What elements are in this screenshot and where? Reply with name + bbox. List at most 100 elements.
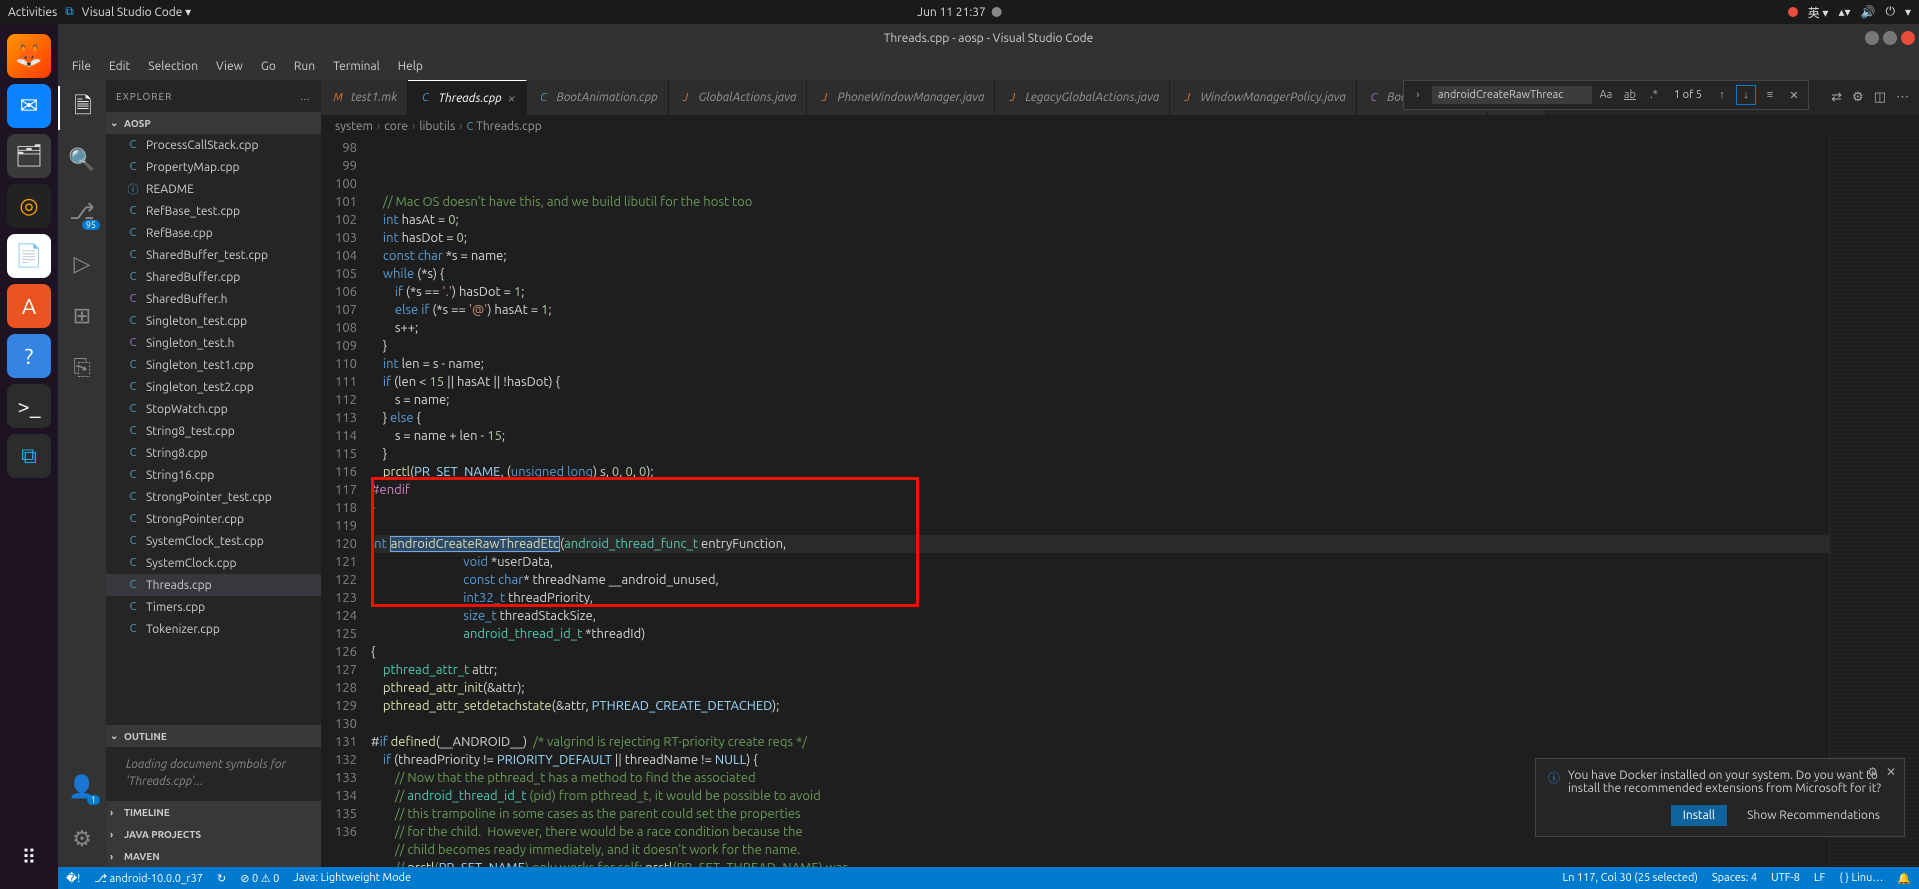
file-item[interactable]: CRefBase.cpp bbox=[106, 222, 321, 244]
libreoffice-icon[interactable]: 📄 bbox=[7, 234, 51, 278]
remote-indicator[interactable]: �! bbox=[66, 872, 80, 885]
toast-gear-icon[interactable]: ⚙ bbox=[1867, 765, 1878, 779]
editor-tab[interactable]: JPhoneWindowManager.java bbox=[807, 80, 995, 115]
file-item[interactable]: CStopWatch.cpp bbox=[106, 398, 321, 420]
menu-selection[interactable]: Selection bbox=[140, 56, 206, 77]
breadcrumb-item[interactable]: libutils bbox=[419, 120, 455, 133]
window-maximize[interactable] bbox=[1883, 31, 1897, 45]
editor-tab[interactable]: JGlobalActions.java bbox=[669, 80, 808, 115]
feedback-icon[interactable]: 🔔 bbox=[1897, 872, 1911, 885]
file-item[interactable]: CPropertyMap.cpp bbox=[106, 156, 321, 178]
clock[interactable]: Jun 11 21:37 bbox=[917, 6, 1002, 19]
thunderbird-icon[interactable]: ✉ bbox=[7, 84, 51, 128]
run-icon[interactable]: ⚙ bbox=[1852, 90, 1864, 105]
file-item[interactable]: CProcessCallStack.cpp bbox=[106, 134, 321, 156]
menu-terminal[interactable]: Terminal bbox=[325, 56, 388, 77]
file-item[interactable]: CSharedBuffer_test.cpp bbox=[106, 244, 321, 266]
file-item[interactable]: ⓘREADME bbox=[106, 178, 321, 200]
window-minimize[interactable] bbox=[1865, 31, 1879, 45]
help-icon[interactable]: ? bbox=[7, 334, 51, 378]
folder-header[interactable]: ⌄AOSP bbox=[106, 112, 321, 134]
java-projects-header[interactable]: ›JAVA PROJECTS bbox=[106, 823, 321, 845]
software-icon[interactable]: A bbox=[7, 284, 51, 328]
find-regex[interactable]: .* bbox=[1644, 85, 1664, 105]
editor-tab[interactable]: JLegacyGlobalActions.java bbox=[995, 80, 1170, 115]
explorer-activity[interactable]: 🗎 bbox=[58, 86, 106, 130]
file-item[interactable]: CSystemClock.cpp bbox=[106, 552, 321, 574]
split-icon[interactable]: ◫ bbox=[1874, 90, 1886, 105]
problems-status[interactable]: ⊘ 0 ⚠ 0 bbox=[240, 872, 279, 885]
git-branch[interactable]: ⎇ android-10.0.0_r37 bbox=[94, 872, 203, 885]
file-item[interactable]: CTimers.cpp bbox=[106, 596, 321, 618]
find-toggle-replace[interactable]: › bbox=[1408, 85, 1428, 105]
file-item[interactable]: CSingleton_test1.cpp bbox=[106, 354, 321, 376]
input-lang[interactable]: 英 ▾ bbox=[1808, 4, 1829, 21]
eol-status[interactable]: LF bbox=[1814, 872, 1825, 885]
scm-activity[interactable]: ⎇95 bbox=[58, 190, 106, 234]
menu-run[interactable]: Run bbox=[286, 56, 323, 77]
vscode-dock-icon[interactable]: ⧉ bbox=[7, 434, 51, 478]
power-icon[interactable]: ⏻ bbox=[1885, 5, 1895, 19]
file-item[interactable]: CTokenizer.cpp bbox=[106, 618, 321, 640]
tab-close-icon[interactable]: × bbox=[508, 90, 516, 106]
files-icon[interactable]: 🗂 bbox=[7, 134, 51, 178]
remote-activity[interactable]: ⎘ bbox=[58, 346, 106, 390]
activities-button[interactable]: Activities bbox=[8, 6, 57, 19]
more-icon[interactable]: ⋯ bbox=[1896, 90, 1909, 105]
file-item[interactable]: CStrongPointer_test.cpp bbox=[106, 486, 321, 508]
system-menu-chevron[interactable]: ▾ bbox=[1905, 5, 1911, 19]
menu-go[interactable]: Go bbox=[253, 56, 284, 77]
search-activity[interactable]: 🔍 bbox=[58, 138, 106, 182]
indent-status[interactable]: Spaces: 4 bbox=[1712, 872, 1757, 885]
find-input[interactable] bbox=[1432, 86, 1592, 104]
find-selection[interactable]: ≡ bbox=[1760, 85, 1780, 105]
explorer-more[interactable]: … bbox=[300, 91, 311, 102]
file-item[interactable]: CString8_test.cpp bbox=[106, 420, 321, 442]
menu-file[interactable]: File bbox=[64, 56, 99, 77]
lang-status[interactable]: { } Linu… bbox=[1839, 872, 1883, 885]
show-apps-icon[interactable]: ⠿ bbox=[7, 835, 51, 879]
toast-close-icon[interactable]: ✕ bbox=[1886, 765, 1896, 779]
encoding-status[interactable]: UTF-8 bbox=[1771, 872, 1800, 885]
terminal-icon[interactable]: >_ bbox=[7, 384, 51, 428]
accounts-activity[interactable]: 👤1 bbox=[58, 765, 106, 809]
timeline-header[interactable]: ›TIMELINE bbox=[106, 801, 321, 823]
java-mode[interactable]: Java: Lightweight Mode bbox=[293, 872, 411, 884]
rhythmbox-icon[interactable]: ◎ bbox=[7, 184, 51, 228]
find-prev[interactable]: ↑ bbox=[1712, 85, 1732, 105]
menu-help[interactable]: Help bbox=[390, 56, 431, 77]
file-item[interactable]: CString8.cpp bbox=[106, 442, 321, 464]
file-item[interactable]: CSharedBuffer.h bbox=[106, 288, 321, 310]
breadcrumb-item[interactable]: system bbox=[335, 120, 373, 133]
window-close[interactable] bbox=[1901, 31, 1915, 45]
status-dot[interactable] bbox=[1788, 7, 1798, 17]
find-close[interactable]: ✕ bbox=[1784, 85, 1804, 105]
menu-edit[interactable]: Edit bbox=[101, 56, 138, 77]
maven-header[interactable]: ›MAVEN bbox=[106, 845, 321, 867]
install-button[interactable]: Install bbox=[1671, 805, 1727, 826]
file-item[interactable]: CSystemClock_test.cpp bbox=[106, 530, 321, 552]
breadcrumb-item[interactable]: core bbox=[384, 120, 408, 133]
app-menu[interactable]: Visual Studio Code ▾ bbox=[82, 5, 191, 19]
compare-icon[interactable]: ⇄ bbox=[1831, 90, 1842, 105]
editor-tab[interactable]: JWindowManagerPolicy.java bbox=[1170, 80, 1357, 115]
editor-tab[interactable]: CBootAnimation.cpp bbox=[527, 80, 669, 115]
debug-activity[interactable]: ▷ bbox=[58, 242, 106, 286]
settings-activity[interactable]: ⚙ bbox=[58, 817, 106, 861]
file-item[interactable]: CSingleton_test.h bbox=[106, 332, 321, 354]
find-case[interactable]: Aa bbox=[1596, 85, 1616, 105]
file-item[interactable]: CSharedBuffer.cpp bbox=[106, 266, 321, 288]
show-recs-button[interactable]: Show Recommendations bbox=[1735, 805, 1892, 826]
volume-icon[interactable]: 🔊 bbox=[1861, 5, 1876, 19]
sync-icon[interactable]: ↻ bbox=[217, 872, 226, 885]
breadcrumb[interactable]: system›core›libutils›C Threads.cpp bbox=[321, 115, 1919, 137]
file-item[interactable]: CStrongPointer.cpp bbox=[106, 508, 321, 530]
outline-header[interactable]: ⌄OUTLINE bbox=[106, 725, 321, 747]
cursor-position[interactable]: Ln 117, Col 30 (25 selected) bbox=[1563, 872, 1698, 885]
find-word[interactable]: ab bbox=[1620, 85, 1640, 105]
editor-tab[interactable]: CThreads.cpp× bbox=[408, 80, 526, 115]
file-item[interactable]: CThreads.cpp bbox=[106, 574, 321, 596]
breadcrumb-item[interactable]: C Threads.cpp bbox=[467, 120, 542, 133]
find-next[interactable]: ↓ bbox=[1736, 85, 1756, 105]
menu-view[interactable]: View bbox=[208, 56, 251, 77]
